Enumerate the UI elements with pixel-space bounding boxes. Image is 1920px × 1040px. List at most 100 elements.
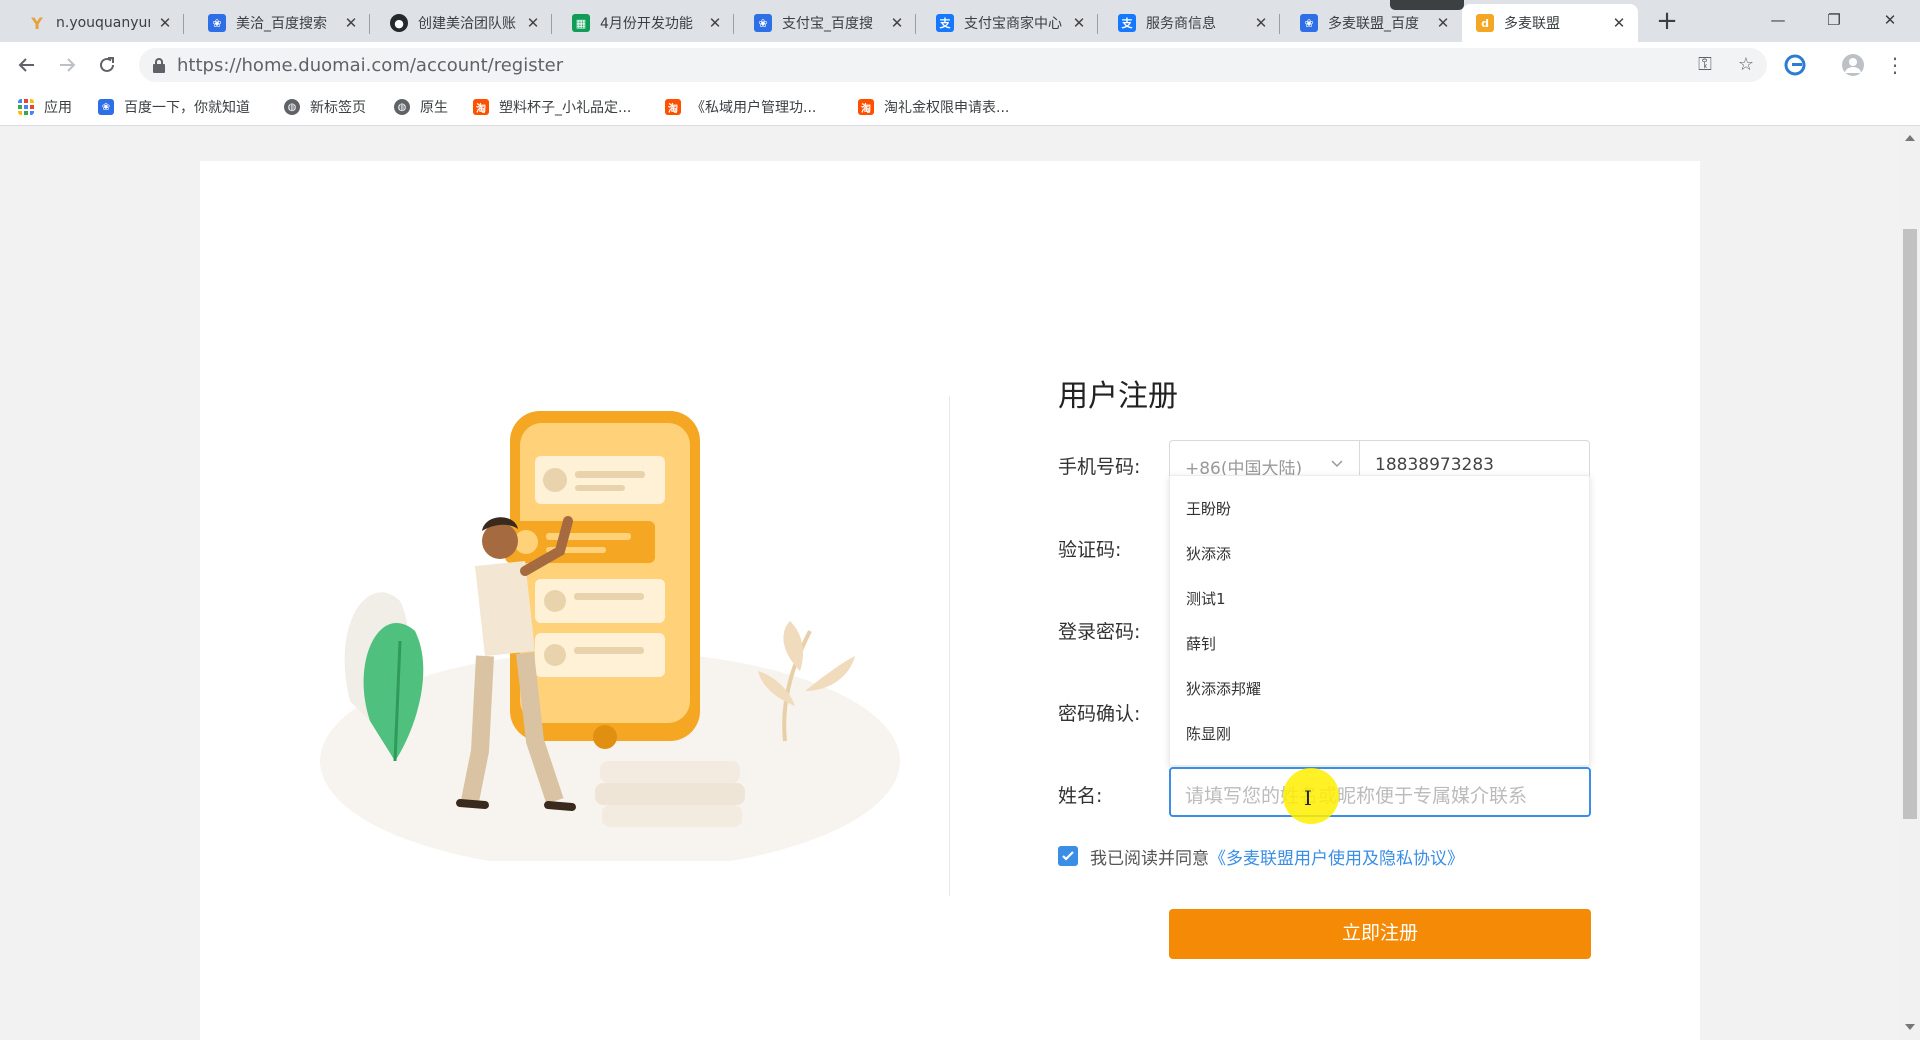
github-icon: ●	[390, 14, 408, 32]
bookmark-baidu[interactable]: ❀ 百度一下，你就知道	[98, 96, 250, 118]
alipay-icon: 支	[936, 14, 954, 32]
agree-checkbox[interactable]	[1058, 846, 1078, 866]
bookmark-label: 塑料杯子_小礼品定...	[499, 100, 632, 116]
name-input[interactable]: 请填写您的姓名或昵称便于专属媒介联系	[1169, 767, 1591, 817]
autofill-option[interactable]: 测试1	[1186, 588, 1226, 609]
tab-title: 美洽_百度搜索	[236, 16, 327, 32]
browser-toolbar: https://home.duomai.com/account/register…	[0, 42, 1920, 88]
youquanyun-icon: Y	[31, 13, 43, 33]
phone-input[interactable]: 18838973283	[1375, 455, 1494, 475]
text-cursor-icon: I	[1304, 786, 1312, 810]
back-button[interactable]	[12, 50, 42, 80]
close-icon[interactable]: ✕	[1252, 14, 1270, 32]
close-icon[interactable]: ✕	[706, 14, 724, 32]
scrollbar-thumb[interactable]	[1903, 229, 1917, 819]
agreement-row: 我已阅读并同意 《多麦联盟用户使用及隐私协议》	[1058, 844, 1464, 869]
minimize-button[interactable]: —	[1750, 0, 1806, 40]
autofill-option[interactable]: 陈显刚	[1186, 723, 1231, 744]
close-icon[interactable]: ✕	[342, 14, 360, 32]
tab-title: n.youquanyun	[56, 15, 150, 31]
autofill-option[interactable]: 狄添添邦耀	[1186, 678, 1261, 699]
verification-code-label: 验证码:	[1058, 539, 1122, 561]
bookmark-private-domain[interactable]: 淘 《私域用户管理功...	[665, 96, 816, 118]
bookmarks-bar: 应用 ❀ 百度一下，你就知道 ◍ 新标签页 ◍ 原生 淘 塑料杯子_小礼品定..…	[0, 88, 1920, 126]
taobao-icon: 淘	[858, 99, 874, 115]
autofill-option[interactable]: 王盼盼	[1186, 498, 1231, 519]
tab-april-features[interactable]: ▦ 4月份开发功能 ✕	[558, 4, 734, 42]
name-label: 姓名:	[1058, 785, 1103, 807]
arrow-left-icon	[18, 58, 34, 72]
reload-button[interactable]	[92, 50, 122, 80]
avatar-icon[interactable]	[1838, 50, 1868, 80]
bookmark-native[interactable]: ◍ 原生	[394, 96, 448, 118]
url-text: https://home.duomai.com/account/register	[177, 55, 564, 76]
bookmark-label: 百度一下，你就知道	[124, 100, 250, 116]
privacy-agreement-link[interactable]: 《多麦联盟用户使用及隐私协议》	[1209, 844, 1464, 869]
bookmark-label: 《私域用户管理功...	[691, 100, 817, 116]
menu-icon[interactable]: ⋮	[1880, 50, 1910, 80]
tab-title: 创建美洽团队账	[418, 16, 516, 32]
phone-label: 手机号码:	[1058, 456, 1141, 478]
close-icon[interactable]: ✕	[156, 14, 174, 32]
close-icon[interactable]: ✕	[524, 14, 542, 32]
bookmark-label: 应用	[44, 100, 72, 116]
bookmark-apps[interactable]: 应用	[18, 96, 72, 118]
tab-provider-info[interactable]: 支 服务商信息 ✕	[1104, 4, 1280, 42]
tab-duomai-active[interactable]: d 多麦联盟 ✕	[1462, 4, 1638, 42]
tab-title: 支付宝商家中心	[964, 16, 1062, 32]
tab-youquanyun[interactable]: Y n.youquanyun ✕	[14, 4, 184, 42]
bookmark-new-tab[interactable]: ◍ 新标签页	[284, 96, 366, 118]
baidu-paw-icon: ❀	[98, 99, 114, 115]
address-bar[interactable]: https://home.duomai.com/account/register…	[139, 48, 1767, 82]
baidu-paw-icon: ❀	[1300, 14, 1318, 32]
close-icon[interactable]: ✕	[1610, 14, 1628, 32]
key-icon[interactable]: ⚿	[1694, 54, 1716, 76]
close-icon[interactable]: ✕	[888, 14, 906, 32]
password-label: 登录密码:	[1058, 621, 1141, 643]
tab-meiqia-search[interactable]: ❀ 美洽_百度搜索 ✕	[194, 4, 370, 42]
vertical-divider	[949, 396, 950, 896]
tab-title: 支付宝_百度搜	[782, 16, 873, 32]
tab-alipay-search[interactable]: ❀ 支付宝_百度搜 ✕	[740, 4, 916, 42]
tab-title: 服务商信息	[1146, 16, 1216, 32]
tab-title: 多麦联盟	[1504, 16, 1560, 32]
close-icon[interactable]: ✕	[1070, 14, 1088, 32]
globe-icon: ◍	[394, 99, 410, 115]
autofill-option[interactable]: 狄添添	[1186, 543, 1231, 564]
duomai-icon: d	[1476, 14, 1494, 32]
register-submit-button[interactable]: 立即注册	[1169, 909, 1591, 959]
tab-create-meiqia[interactable]: ● 创建美洽团队账 ✕	[376, 4, 552, 42]
phone-illustration	[320, 411, 900, 861]
new-tab-button[interactable]: +	[1652, 7, 1682, 37]
sheets-icon: ▦	[572, 14, 590, 32]
tab-alipay-merchant[interactable]: 支 支付宝商家中心 ✕	[922, 4, 1098, 42]
apps-grid-icon	[18, 99, 34, 115]
page-title: 用户注册	[1058, 379, 1178, 414]
edge-extension-icon[interactable]	[1780, 50, 1810, 80]
confirm-password-label: 密码确认:	[1058, 703, 1141, 725]
globe-icon: ◍	[284, 99, 300, 115]
taobao-icon: 淘	[473, 99, 489, 115]
baidu-paw-icon: ❀	[754, 14, 772, 32]
tab-duomai-search[interactable]: ❀ 多麦联盟_百度 ✕	[1286, 4, 1462, 42]
check-icon	[1062, 851, 1074, 861]
bookmark-label: 淘礼金权限申请表...	[884, 100, 1010, 116]
scroll-down-icon[interactable]	[1905, 1024, 1915, 1030]
page-scrollbar[interactable]	[1900, 127, 1920, 1040]
tab-title: 多麦联盟_百度	[1328, 16, 1419, 32]
bookmark-label: 新标签页	[310, 100, 366, 116]
autofill-dropdown: 王盼盼 狄添添 测试1 薛钊 狄添添邦耀 陈显刚	[1169, 475, 1590, 766]
bookmark-taolijin[interactable]: 淘 淘礼金权限申请表...	[858, 96, 1009, 118]
taobao-icon: 淘	[665, 99, 681, 115]
reload-icon	[100, 57, 114, 72]
arrow-right-icon	[60, 58, 76, 72]
bookmark-plastic-cups[interactable]: 淘 塑料杯子_小礼品定...	[473, 96, 631, 118]
close-icon[interactable]: ✕	[1434, 14, 1452, 32]
forward-button[interactable]	[52, 50, 82, 80]
baidu-paw-icon: ❀	[208, 14, 226, 32]
restore-button[interactable]: ❐	[1806, 0, 1862, 40]
autofill-option[interactable]: 薛钊	[1186, 633, 1216, 654]
scroll-up-icon[interactable]	[1905, 135, 1915, 141]
star-icon[interactable]: ☆	[1735, 54, 1757, 76]
close-window-button[interactable]: ✕	[1862, 0, 1918, 40]
